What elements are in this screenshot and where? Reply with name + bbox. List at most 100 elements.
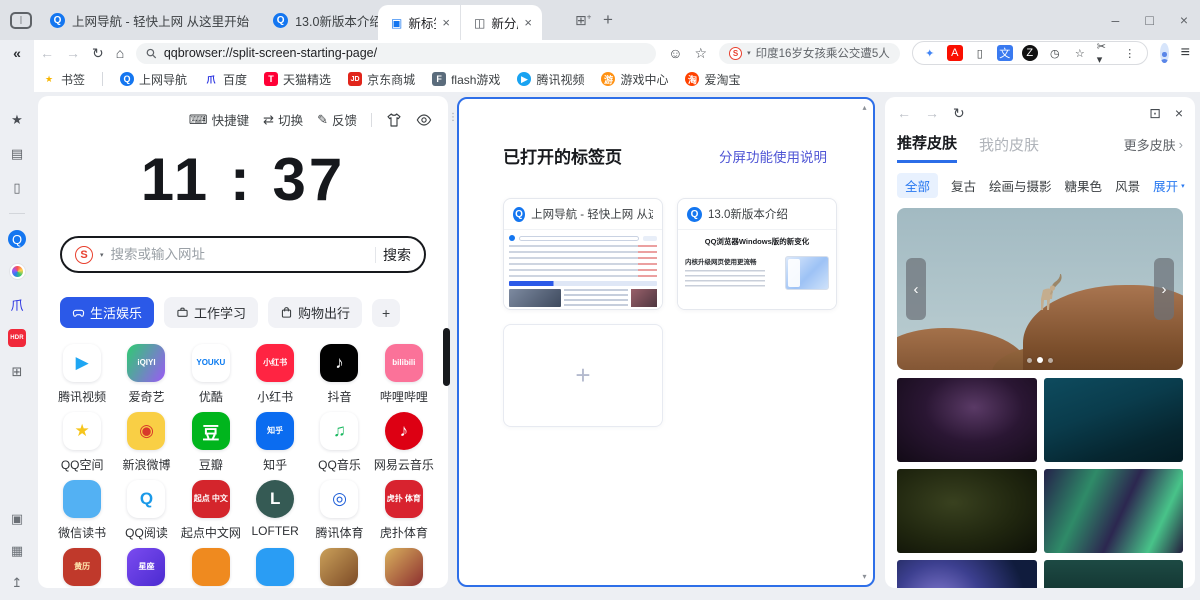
phone-icon[interactable]: ▯ — [8, 179, 26, 197]
emoji-feedback-icon[interactable]: ☺ — [668, 46, 682, 60]
app-shortcut[interactable]: 星座 — [114, 548, 178, 588]
app-shortcut[interactable]: bilibili 哔哩哔哩 — [372, 344, 436, 403]
app-shortcut[interactable]: 黄历 — [50, 548, 114, 588]
profile-avatar[interactable] — [1160, 43, 1169, 63]
skin-carousel[interactable]: ‹ › — [897, 208, 1183, 370]
add-split-tab-button[interactable]: + — [503, 324, 663, 427]
baidu-paw-icon[interactable]: 爪 — [8, 295, 26, 313]
bookmark-item[interactable]: F flash游戏 — [432, 71, 500, 88]
home-icon[interactable]: ⌂ — [116, 46, 124, 60]
toolbox-icon[interactable]: ▦ — [8, 542, 26, 560]
app-shortcut[interactable]: YOUKU 优酷 — [179, 344, 243, 403]
z-extension-icon[interactable]: Z — [1022, 45, 1038, 61]
extensions-menu-icon[interactable]: ⋮ — [1122, 45, 1138, 61]
maximize-button[interactable]: □ — [1145, 12, 1153, 28]
bookmark-star-icon[interactable]: ☆ — [1072, 45, 1088, 61]
history-icon[interactable]: ◷ — [1047, 45, 1063, 61]
panel-options-handle[interactable]: ⋮ — [448, 112, 458, 123]
forward-icon[interactable]: → — [66, 46, 80, 60]
night-sky-teal[interactable] — [1044, 560, 1184, 588]
bookmark-item[interactable]: Q 上网导航 — [120, 71, 187, 88]
milky-way-forest[interactable] — [897, 378, 1037, 462]
app-shortcut[interactable]: 知乎 知乎 — [243, 412, 307, 471]
panel-tool-button[interactable]: ✎ 反馈 — [317, 110, 357, 129]
back-icon[interactable]: ← — [40, 46, 54, 60]
close-panel-icon[interactable]: × — [1175, 106, 1183, 120]
panel-tool-button[interactable]: ⌨ 快捷键 — [189, 110, 249, 129]
app-shortcut[interactable]: 豆 豆瓣 — [179, 412, 243, 471]
bookmarks-folder[interactable]: ★ 书签 — [42, 71, 85, 88]
hot-search-box[interactable]: S ▾ 印度16岁女孩乘公交遭5人 — [719, 43, 900, 64]
filter-scenery[interactable]: 风景 — [1115, 176, 1140, 195]
carousel-dot[interactable] — [1027, 358, 1032, 363]
app-shortcut[interactable]: ▶ 腾讯视频 — [50, 344, 114, 403]
panel-tool-button[interactable]: ⇄ 切换 — [263, 110, 303, 129]
favorites-star-icon[interactable]: ★ — [8, 111, 26, 129]
filter-candy-color[interactable]: 糖果色 — [1065, 176, 1103, 195]
underwater-ocean[interactable] — [1044, 378, 1184, 462]
close-tab-icon[interactable]: × — [524, 15, 532, 30]
carousel-prev-button[interactable]: ‹ — [906, 258, 926, 320]
screenshot-scissors-icon[interactable]: ✂ ▾ — [1097, 45, 1113, 61]
add-app-icon[interactable]: ⊞ — [8, 363, 26, 381]
tab-life-entertainment[interactable]: 生活娱乐 — [60, 297, 154, 328]
bookmark-item[interactable]: ▶ 腾讯视频 — [517, 71, 584, 88]
filter-art-photography[interactable]: 绘画与摄影 — [989, 176, 1052, 195]
sogou-icon[interactable]: S — [75, 246, 93, 264]
close-window-button[interactable]: × — [1180, 12, 1188, 28]
app-shortcut[interactable]: ♪ 抖音 — [307, 344, 371, 403]
split-resize-handle[interactable] — [443, 328, 450, 386]
open-in-tab-icon[interactable]: ⊡ — [1149, 106, 1161, 120]
app-shortcut[interactable]: 起点 中文 起点中文网 — [179, 480, 243, 539]
filter-all[interactable]: 全部 — [897, 173, 938, 198]
hdr-icon[interactable]: HDR — [8, 329, 26, 347]
close-tab-icon[interactable]: × — [442, 15, 450, 30]
minimize-button[interactable]: – — [1112, 12, 1120, 28]
skin-tshirt-icon[interactable] — [386, 112, 402, 128]
bookmark-item[interactable]: 爪 百度 — [204, 71, 247, 88]
tab-shopping-travel[interactable]: 购物出行 — [268, 297, 362, 328]
tab-recommended-skins[interactable]: 推荐皮肤 — [897, 132, 957, 163]
reload-icon[interactable]: ↻ — [953, 106, 965, 120]
tab-new-tab[interactable]: ▣ 新标签 × — [378, 5, 460, 40]
workspace-add-icon[interactable]: ⊞+ — [575, 12, 591, 29]
scroll-down-icon[interactable]: ▾ — [862, 572, 866, 581]
carousel-dot-active[interactable] — [1037, 357, 1043, 363]
split-help-link[interactable]: 分屏功能使用说明 — [719, 146, 827, 166]
carousel-dot[interactable] — [1048, 358, 1053, 363]
url-input[interactable] — [164, 46, 646, 60]
translate-extension-icon[interactable]: 文 — [997, 45, 1013, 61]
search-input[interactable] — [111, 247, 368, 262]
carousel-next-button[interactable]: › — [1154, 258, 1174, 320]
expand-filters[interactable]: 展开 ▾ — [1153, 176, 1185, 195]
folder-icon[interactable]: ▤ — [8, 145, 26, 163]
scroll-up-icon[interactable]: ▴ — [862, 103, 866, 112]
app-shortcut[interactable] — [179, 548, 243, 588]
pine-branches[interactable] — [897, 469, 1037, 553]
app-shortcut[interactable]: ★ QQ空间 — [50, 412, 114, 471]
adobe-extension-icon[interactable]: A — [947, 45, 963, 61]
search-button[interactable]: 搜索 — [383, 245, 411, 265]
browser-tab[interactable]: Q 13.0新版本介绍 — [261, 0, 394, 40]
tab-card-version-intro[interactable]: Q 13.0新版本介绍 QQ浏览器Windows版的新变化 内核升级网页使用更流… — [677, 198, 837, 310]
more-skins-link[interactable]: 更多皮肤 › — [1124, 135, 1183, 161]
app-shortcut[interactable]: ◎ 腾讯体育 — [307, 480, 371, 539]
app-shortcut[interactable]: ◉ 新浪微博 — [114, 412, 178, 471]
aurora-mountain[interactable] — [1044, 469, 1184, 553]
bookmark-item[interactable]: JD 京东商城 — [348, 71, 415, 88]
browser-tab[interactable]: Q 上网导航 - 轻快上网 从这里开始 — [38, 0, 261, 40]
collapse-sidebar-icon[interactable]: « — [13, 45, 21, 61]
app-shortcut[interactable] — [372, 548, 436, 588]
jellyfish[interactable] — [897, 560, 1037, 588]
engine-caret-icon[interactable]: ▾ — [100, 251, 104, 259]
app-shortcut[interactable]: 虎扑 体育 虎扑体育 — [372, 480, 436, 539]
address-bar[interactable] — [136, 43, 656, 64]
filter-retro[interactable]: 复古 — [951, 176, 976, 195]
app-shortcut[interactable]: 小红书 小红书 — [243, 344, 307, 403]
screenshot-icon[interactable]: ▣ — [8, 510, 26, 528]
device-extension-icon[interactable]: ▯ — [972, 45, 988, 61]
app-shortcut[interactable]: 微信读书 — [50, 480, 114, 539]
add-category-button[interactable]: + — [372, 299, 400, 327]
panel-scrollbar[interactable]: ▴ ▾ — [859, 103, 870, 581]
app-shortcut[interactable]: Q QQ阅读 — [114, 480, 178, 539]
